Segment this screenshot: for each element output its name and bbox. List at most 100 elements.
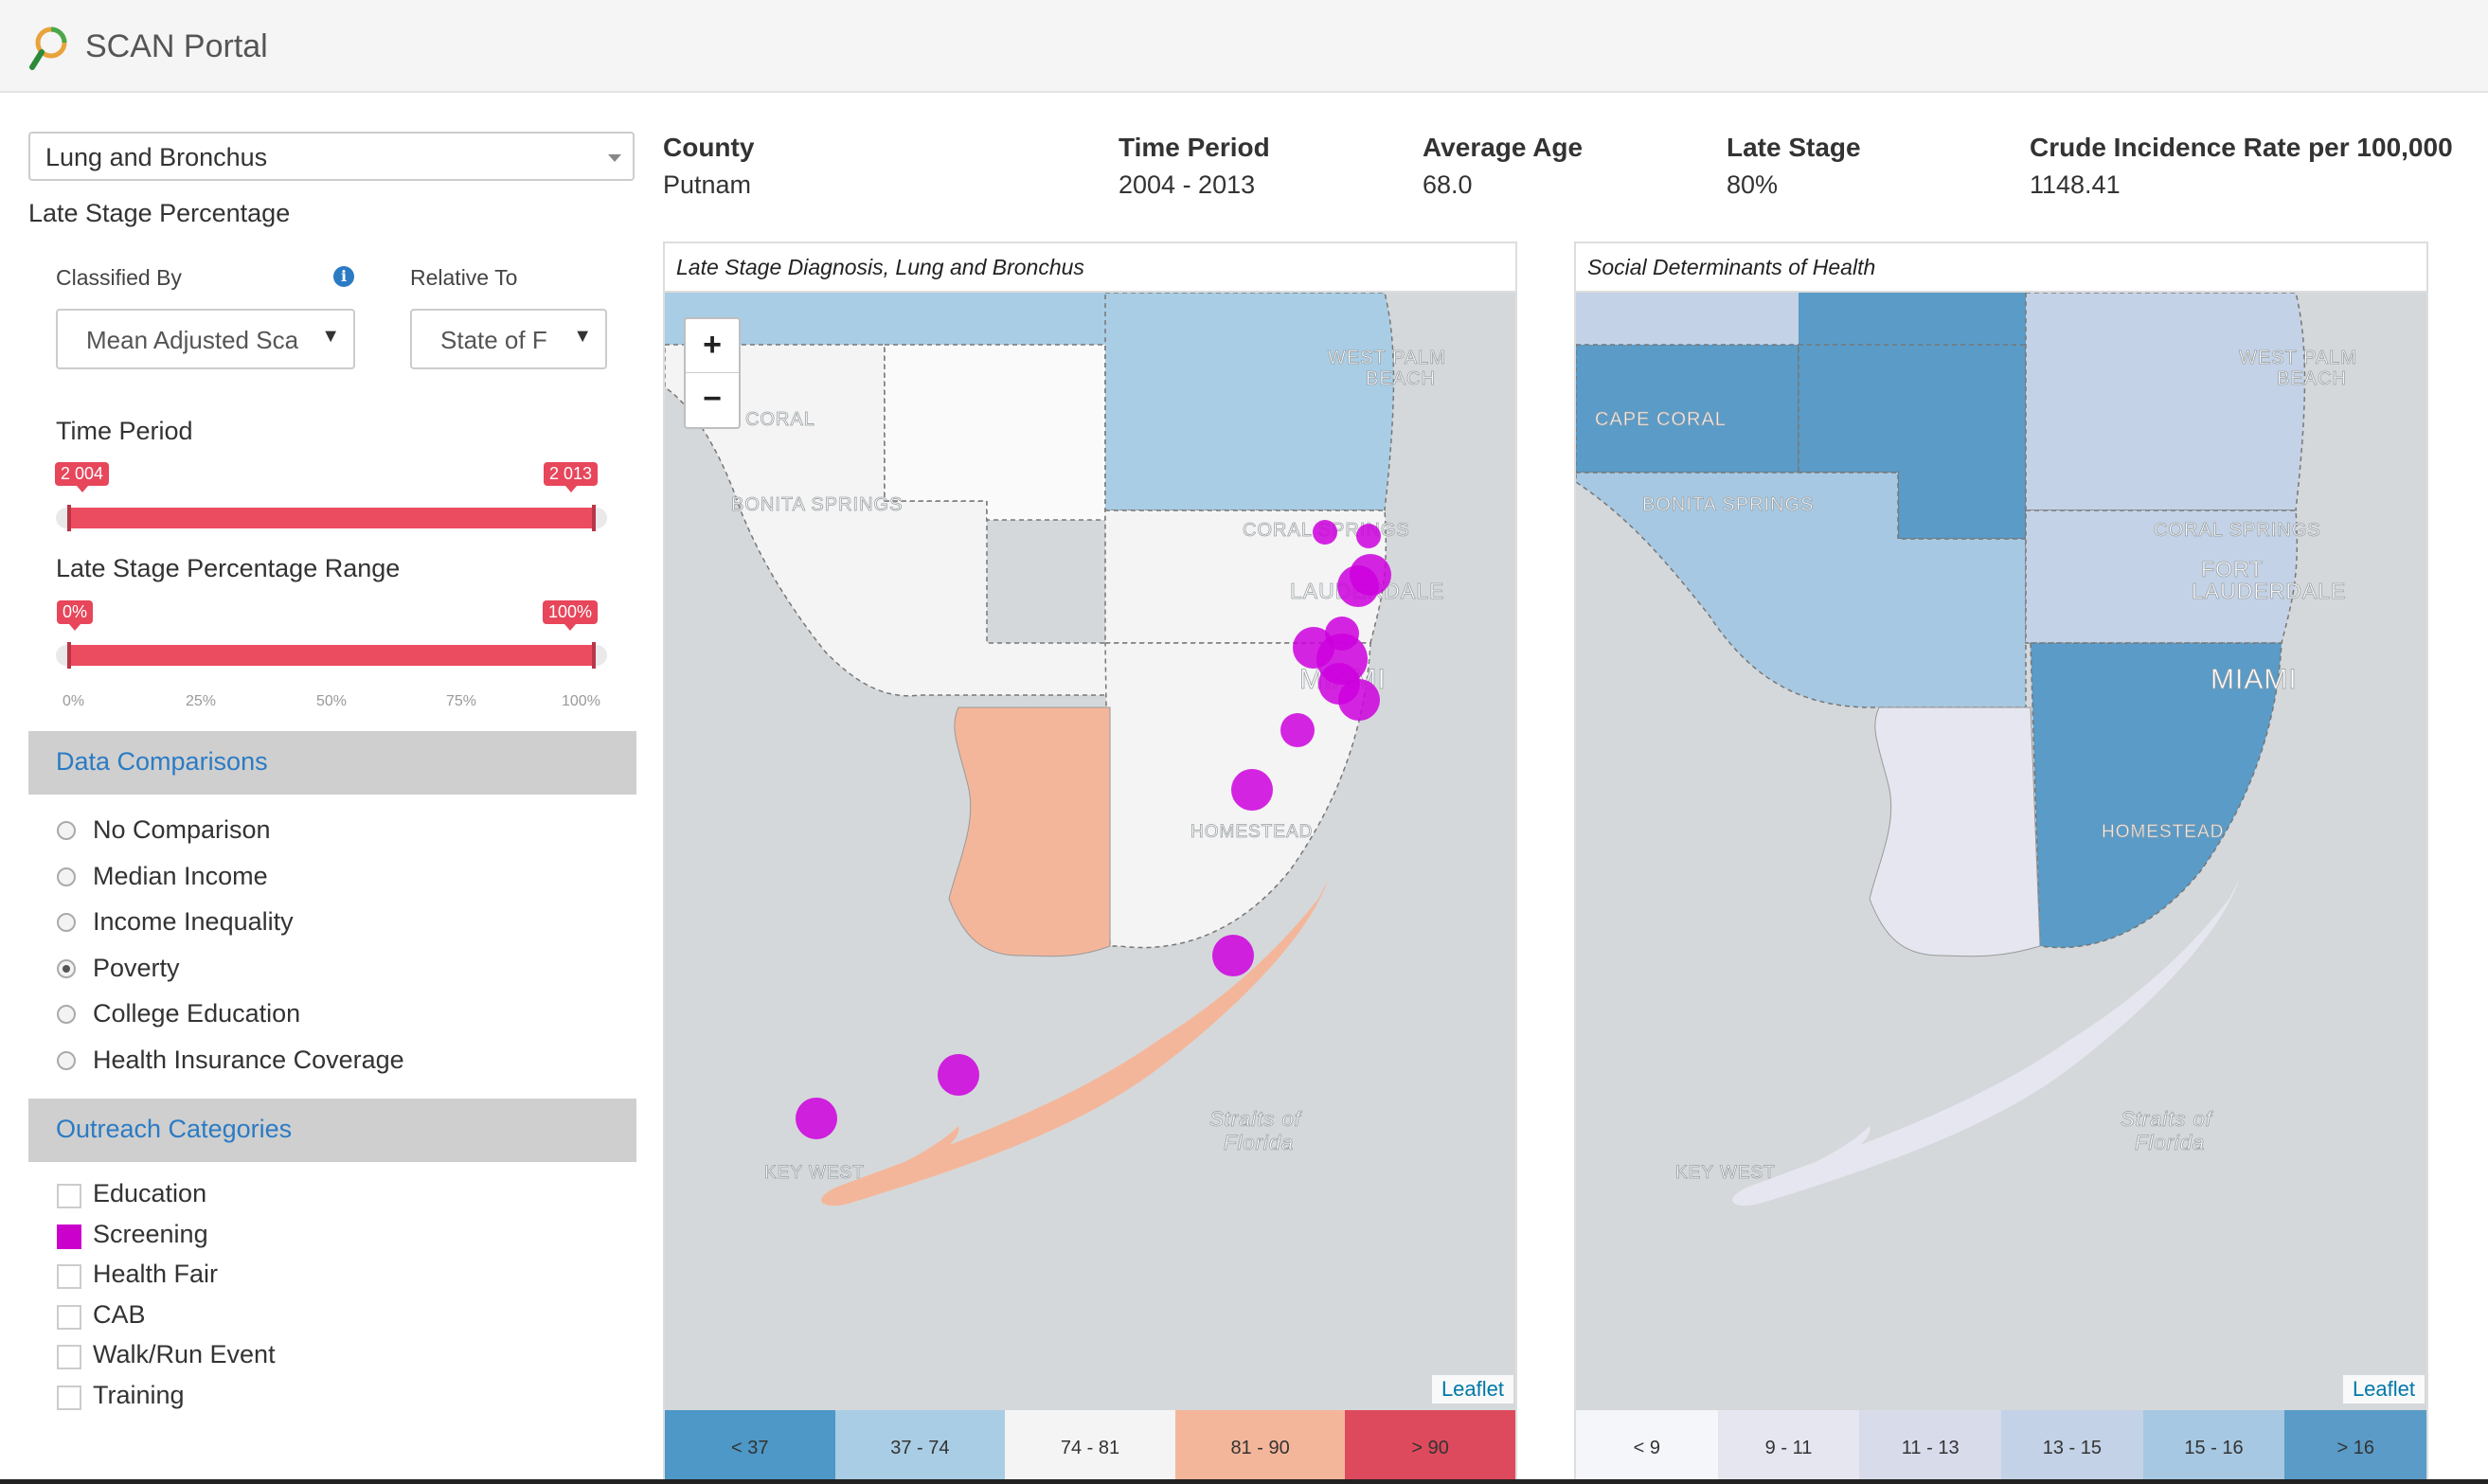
radio-button[interactable] (57, 867, 76, 886)
range-handle-from[interactable] (67, 642, 71, 669)
leaflet-attribution[interactable]: Leaflet (1431, 1375, 1513, 1404)
zoom-control: + − (684, 317, 741, 429)
checkbox[interactable] (57, 1386, 81, 1410)
time-period-slider-fill (69, 508, 595, 528)
map-label: BEACH (2277, 368, 2347, 389)
cancer-site-value: Lung and Bronchus (45, 143, 268, 171)
relative-to-select[interactable]: State of F ▼ (410, 309, 607, 369)
map-label: LAUDERDALE (2192, 579, 2346, 603)
checkbox-label: Training (93, 1381, 185, 1409)
map-label: CAPE CORAL (1595, 409, 1727, 430)
screening-marker[interactable] (1337, 565, 1379, 607)
county-region (2025, 293, 2306, 511)
radio-button[interactable] (57, 913, 76, 932)
range-from-tag: 0% (57, 600, 94, 631)
checkbox[interactable] (57, 1264, 81, 1289)
screening-marker[interactable] (1356, 524, 1381, 548)
screening-marker[interactable] (1231, 769, 1273, 811)
map-label: KEY WEST (1675, 1163, 1776, 1183)
checkbox-label: Walk/Run Event (93, 1340, 276, 1368)
county-region (1869, 706, 2041, 957)
county-region (1104, 293, 1395, 511)
screening-marker[interactable] (1313, 520, 1337, 545)
classified-by-label: Classified By (56, 265, 182, 290)
range-handle-to[interactable] (592, 642, 596, 669)
checkbox[interactable] (57, 1345, 81, 1369)
stat-label: Average Age (1423, 133, 1584, 162)
stat-time-period: Time Period 2004 - 2013 (1119, 133, 1270, 200)
radio-label: No Comparison (93, 815, 271, 844)
time-period-handle-from[interactable] (67, 505, 71, 531)
county-region (1576, 293, 1799, 345)
screening-marker[interactable] (938, 1054, 979, 1096)
data-comparisons-title: Data Comparisons (56, 747, 268, 776)
map-title: Social Determinants of Health (1576, 243, 2426, 293)
map-label: MIAMI (2211, 664, 2298, 695)
legend-item: 9 - 11 (1717, 1410, 1860, 1482)
map-label: HOMESTEAD (1190, 822, 1313, 842)
outreach-categories-header[interactable]: Outreach Categories (28, 1099, 636, 1162)
map-label: Florida (1224, 1131, 1294, 1154)
map-title: Late Stage Diagnosis, Lung and Bronchus (665, 243, 1515, 293)
map-label: Straits of (2121, 1107, 2214, 1131)
time-period-to-tag: 2 013 (544, 462, 599, 492)
county-region (884, 344, 1106, 521)
range-grid-label: 75% (446, 693, 477, 709)
bottom-border (0, 1479, 2488, 1484)
social-determinants-map-panel: Social Determinants of Health WEST PALM … (1574, 241, 2428, 1484)
screening-marker[interactable] (1212, 935, 1254, 976)
map-label: BEACH (1366, 368, 1436, 389)
stat-value: Putnam (663, 170, 752, 199)
metric-label: Late Stage Percentage (28, 199, 291, 227)
radio-label: Poverty (93, 954, 180, 982)
stat-average-age: Average Age 68.0 (1423, 133, 1583, 200)
info-icon[interactable]: i (333, 266, 354, 287)
relative-to-label: Relative To (410, 265, 518, 290)
screening-marker[interactable] (796, 1098, 837, 1139)
late-stage-map-panel: Late Stage Diagnosis, Lung and Bronchus … (663, 241, 1517, 1484)
radio-button[interactable] (57, 821, 76, 840)
radio-label: Median Income (93, 862, 268, 890)
legend-item: 15 - 16 (2142, 1410, 2285, 1482)
relative-to-value: State of F (440, 326, 547, 354)
checkbox-label: Screening (93, 1220, 208, 1248)
checkbox-checked[interactable] (57, 1225, 81, 1249)
legend-item: 74 - 81 (1005, 1410, 1175, 1482)
checkbox[interactable] (57, 1184, 81, 1208)
range-grid-label: 25% (186, 693, 217, 709)
checkbox-label: Education (93, 1179, 207, 1207)
stat-value: 2004 - 2013 (1119, 170, 1256, 199)
checkbox[interactable] (57, 1305, 81, 1330)
range-grid-label: 100% (562, 693, 600, 709)
map-legend: < 37 37 - 74 74 - 81 81 - 90 > 90 (665, 1410, 1515, 1482)
screening-marker[interactable] (1338, 679, 1380, 721)
legend-item: 37 - 74 (834, 1410, 1006, 1482)
stat-county: County Putnam (663, 133, 754, 200)
cancer-site-select[interactable]: Lung and Bronchus (28, 132, 635, 181)
time-period-from-tag: 2 004 (55, 462, 110, 492)
app-title[interactable]: SCAN Portal (85, 28, 268, 65)
time-period-handle-to[interactable] (592, 505, 596, 531)
legend-item: 81 - 90 (1174, 1410, 1346, 1482)
screening-marker[interactable] (1280, 713, 1315, 747)
zoom-out-button[interactable]: − (686, 372, 739, 426)
data-comparisons-header[interactable]: Data Comparisons (28, 731, 636, 795)
map-label: WEST PALM (2239, 348, 2357, 368)
stat-value: 1148.41 (2030, 170, 2121, 199)
late-stage-map[interactable]: WEST PALM BEACH CAPE CORAL BONITA SPRING… (665, 293, 1515, 1410)
leaflet-attribution[interactable]: Leaflet (2342, 1375, 2425, 1404)
range-label: Late Stage Percentage Range (56, 554, 401, 582)
radio-button[interactable] (57, 1051, 76, 1070)
range-slider-fill (69, 645, 595, 666)
range-grid-label: 50% (316, 693, 348, 709)
map-label: BONITA SPRINGS (731, 494, 903, 515)
legend-item: 13 - 15 (2001, 1410, 2143, 1482)
classified-by-select[interactable]: Mean Adjusted Sca ▼ (56, 309, 355, 369)
radio-button[interactable] (57, 1005, 76, 1024)
stat-label: Time Period (1119, 133, 1270, 162)
radio-button-checked[interactable] (57, 959, 76, 978)
county-region (1799, 293, 2026, 345)
social-determinants-map[interactable]: WEST PALM BEACH CAPE CORAL BONITA SPRING… (1576, 293, 2426, 1410)
map-label: KEY WEST (764, 1163, 865, 1183)
zoom-in-button[interactable]: + (686, 319, 739, 372)
